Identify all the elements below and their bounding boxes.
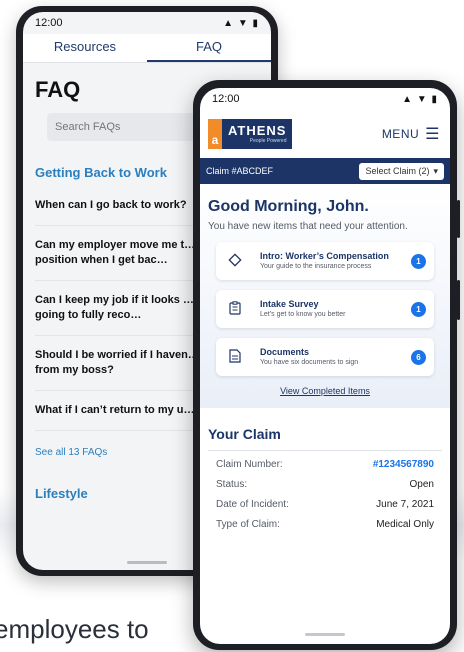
card-title: Intro: Worker’s Compensation <box>260 251 389 261</box>
home-indicator[interactable] <box>305 633 345 636</box>
tab-faq[interactable]: FAQ <box>147 34 271 62</box>
card-body: Intro: Worker’s Compensation Your guide … <box>260 250 411 272</box>
caption-text: employees to <box>0 614 149 644</box>
dashboard-panel: Good Morning, John. You have new items t… <box>200 184 450 408</box>
claim-row: Type of Claim: Medical Only <box>216 515 434 535</box>
athens-logo: a ATHENS People Powered <box>208 119 293 149</box>
side-button <box>457 200 460 238</box>
home-indicator[interactable] <box>127 561 167 564</box>
claim-bar: Claim #ABCDEF Select Claim (2) ▾ <box>200 158 450 184</box>
task-card-intro[interactable]: Intro: Worker’s Compensation Your guide … <box>216 242 434 280</box>
select-claim-dropdown[interactable]: Select Claim (2) ▾ <box>359 162 444 180</box>
card-subtitle: You have six documents to sign <box>260 359 359 366</box>
status-icons: ▲ ▼ ▮ <box>402 93 438 105</box>
claim-row-label: Date of Incident: <box>216 499 289 510</box>
section-heading: Your Claim <box>208 426 281 442</box>
menu-label: MENU <box>381 127 420 141</box>
hamburger-icon: ☰ <box>425 126 440 143</box>
card-subtitle: Your guide to the insurance process <box>260 263 372 270</box>
card-title: Intake Survey <box>260 299 319 309</box>
card-body: Documents You have six documents to sign <box>260 346 411 368</box>
claim-row: Status: Open <box>216 475 434 495</box>
task-card-intake[interactable]: Intake Survey Let’s get to know you bett… <box>216 290 434 328</box>
claim-row-value: Medical Only <box>376 519 434 530</box>
dashboard-phone: 12:00 ▲ ▼ ▮ a ATHENS People Powered MENU… <box>193 80 460 650</box>
chevron-down-icon: ▾ <box>433 165 438 176</box>
logo-tagline: People Powered <box>249 137 287 144</box>
status-bar: 12:00 ▲ ▼ ▮ <box>23 12 271 34</box>
view-completed-link[interactable]: View Completed Items <box>208 386 442 396</box>
status-bar: 12:00 ▲ ▼ ▮ <box>200 88 450 110</box>
claim-row-label: Claim Number: <box>216 459 283 470</box>
app-header: a ATHENS People Powered MENU ☰ <box>200 110 450 158</box>
status-time: 12:00 <box>35 17 63 29</box>
document-icon <box>224 348 246 366</box>
task-card-documents[interactable]: Documents You have six documents to sign… <box>216 338 434 376</box>
status-time: 12:00 <box>212 93 240 105</box>
your-claim-section: Your Claim Claim Number: #1234567890 Sta… <box>200 408 450 535</box>
claim-row-label: Status: <box>216 479 248 490</box>
logo-mark: a <box>208 119 222 149</box>
claim-number-link[interactable]: #1234567890 <box>373 455 434 475</box>
greeting: Good Morning, John. <box>208 198 369 215</box>
tab-resources[interactable]: Resources <box>23 34 147 62</box>
clipboard-icon <box>224 300 246 318</box>
diamond-icon <box>224 252 246 270</box>
greeting-subtitle: You have new items that need your attent… <box>208 221 408 232</box>
logo-text: ATHENS People Powered <box>222 119 293 149</box>
logo-word: ATHENS <box>228 122 287 138</box>
claim-row-label: Type of Claim: <box>216 519 280 530</box>
count-badge: 1 <box>411 301 426 317</box>
status-icons: ▲ ▼ ▮ <box>223 17 259 29</box>
count-badge: 6 <box>411 349 426 365</box>
card-body: Intake Survey Let’s get to know you bett… <box>260 298 411 320</box>
side-button <box>457 280 460 320</box>
dashboard-screen: 12:00 ▲ ▼ ▮ a ATHENS People Powered MENU… <box>200 88 450 644</box>
claim-row: Claim Number: #1234567890 <box>216 455 434 475</box>
menu-button[interactable]: MENU ☰ <box>382 124 440 144</box>
claim-row-value: Open <box>409 479 434 490</box>
card-title: Documents <box>260 347 310 357</box>
select-claim-label: Select Claim (2) <box>365 166 430 176</box>
tab-bar: Resources FAQ <box>23 34 271 63</box>
claim-id: Claim #ABCDEF <box>206 166 274 176</box>
claim-row-value: June 7, 2021 <box>376 499 434 510</box>
claim-row: Date of Incident: June 7, 2021 <box>216 495 434 515</box>
card-subtitle: Let’s get to know you better <box>260 311 346 318</box>
count-badge: 1 <box>411 253 426 269</box>
claim-details: Claim Number: #1234567890 Status: Open D… <box>208 450 442 535</box>
